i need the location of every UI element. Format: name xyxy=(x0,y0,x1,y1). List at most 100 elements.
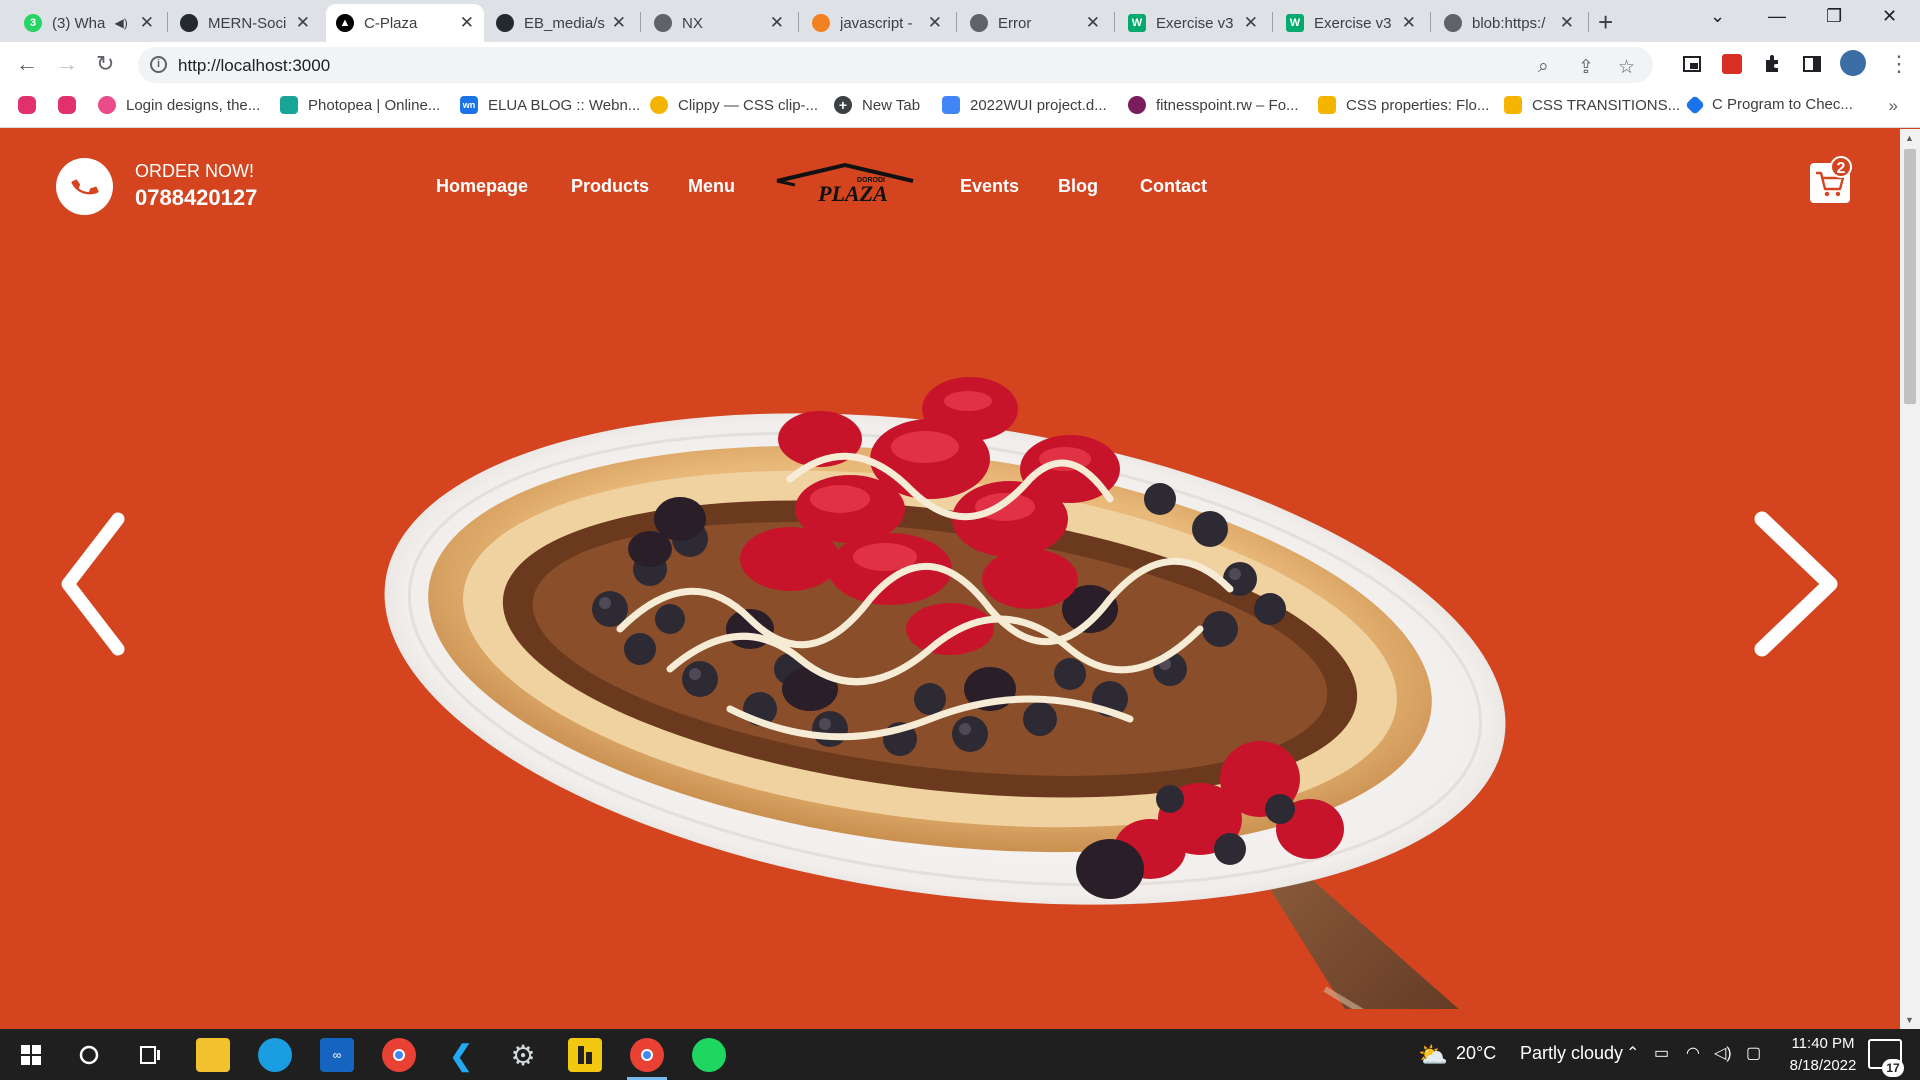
address-bar[interactable]: i http://localhost:3000 ⌕ ⇪ ☆ xyxy=(138,47,1653,83)
nav-events[interactable]: Events xyxy=(960,176,1019,197)
tab-mern-social[interactable]: MERN-Soci ✕ xyxy=(170,4,320,42)
close-icon[interactable]: ✕ xyxy=(140,13,154,33)
chrome-menu-icon[interactable]: ⋮ xyxy=(1888,51,1910,77)
scroll-thumb[interactable] xyxy=(1904,149,1916,404)
globe-icon xyxy=(1444,14,1462,32)
nav-contact[interactable]: Contact xyxy=(1140,176,1207,197)
close-icon[interactable]: ✕ xyxy=(928,13,942,33)
bookmark-elua-blog[interactable]: wn ELUA BLOG :: Webn... xyxy=(460,96,640,114)
clock-date[interactable]: 8/18/2022 xyxy=(1768,1057,1878,1074)
phone-button[interactable] xyxy=(56,158,113,215)
close-icon[interactable]: ✕ xyxy=(296,13,310,33)
url-text[interactable]: http://localhost:3000 xyxy=(178,56,330,76)
cast-icon[interactable] xyxy=(1682,54,1702,74)
bookmark-fitnesspoint[interactable]: fitnesspoint.rw – Fo... xyxy=(1128,96,1299,114)
close-window-button[interactable]: ✕ xyxy=(1882,6,1897,27)
scroll-down-icon[interactable]: ▼ xyxy=(1905,1015,1914,1025)
restore-button[interactable]: ❐ xyxy=(1826,6,1842,27)
tab-c-plaza[interactable]: ▲ C-Plaza ✕ xyxy=(326,4,484,42)
close-icon[interactable]: ✕ xyxy=(612,13,626,33)
bookmark-clippy[interactable]: Clippy — CSS clip-... xyxy=(650,96,818,114)
tab-title: MERN-Soci xyxy=(208,14,287,32)
partly-cloudy-icon[interactable]: ⛅ xyxy=(1418,1041,1448,1070)
tab-search-icon[interactable]: ⌄ xyxy=(1710,6,1725,27)
reload-button[interactable]: ↻ xyxy=(96,51,114,77)
new-tab-button[interactable]: + xyxy=(1598,7,1613,38)
github-icon xyxy=(496,14,514,32)
meet-now-icon[interactable]: ▢ xyxy=(1746,1043,1761,1063)
bookmark-new-tab[interactable]: + New Tab xyxy=(834,96,920,114)
whatsapp-icon: 3 xyxy=(24,14,42,32)
extension-red-icon[interactable] xyxy=(1722,54,1742,74)
windows-start-icon[interactable] xyxy=(14,1038,48,1072)
slider-next-arrow[interactable] xyxy=(1740,509,1850,659)
minimize-button[interactable]: — xyxy=(1768,6,1786,27)
wifi-icon[interactable]: ◠ xyxy=(1686,1043,1700,1063)
order-phone-number[interactable]: 0788420127 xyxy=(135,185,257,211)
close-icon[interactable]: ✕ xyxy=(1086,13,1100,33)
weather-temperature[interactable]: 20°C xyxy=(1456,1043,1496,1064)
bookmark-c-program[interactable]: C Program to Chec... xyxy=(1685,94,1853,115)
spotify-icon[interactable] xyxy=(692,1038,726,1072)
tab-whatsapp[interactable]: 3 (3) Wha ◀) ✕ xyxy=(14,4,164,42)
bookmark-login-designs[interactable]: Login designs, the... xyxy=(98,96,260,114)
nav-menu[interactable]: Menu xyxy=(688,176,735,197)
edge-icon[interactable] xyxy=(258,1038,292,1072)
show-hidden-icons-icon[interactable]: ⌃ xyxy=(1626,1043,1639,1063)
close-icon[interactable]: ✕ xyxy=(770,13,784,33)
settings-gear-icon[interactable]: ⚙ xyxy=(506,1038,540,1072)
bookmark-css-properties[interactable]: CSS properties: Flo... xyxy=(1318,96,1489,114)
bookmark-instagram-1[interactable] xyxy=(18,96,46,114)
tab-nx[interactable]: NX ✕ xyxy=(644,4,794,42)
tab-eb-media[interactable]: EB_media/s ✕ xyxy=(486,4,636,42)
tab-title: C-Plaza xyxy=(364,14,418,32)
page-scrollbar[interactable]: ▲ ▼ xyxy=(1900,129,1920,1029)
battery-icon[interactable]: ▭ xyxy=(1654,1043,1669,1063)
chrome-active-icon[interactable] xyxy=(630,1038,664,1072)
bookmark-instagram-2[interactable] xyxy=(58,96,86,114)
weather-condition[interactable]: Partly cloudy xyxy=(1520,1043,1623,1064)
tab-title: EB_media/s xyxy=(524,14,605,32)
bookmark-photopea[interactable]: Photopea | Online... xyxy=(280,96,440,114)
tab-exercise-2[interactable]: W Exercise v3 ✕ xyxy=(1276,4,1426,42)
tab-exercise-1[interactable]: W Exercise v3 ✕ xyxy=(1118,4,1268,42)
bookmark-star-icon[interactable]: ☆ xyxy=(1618,56,1635,79)
share-icon[interactable]: ⇪ xyxy=(1578,56,1594,79)
nav-products[interactable]: Products xyxy=(571,176,649,197)
side-panel-icon[interactable] xyxy=(1802,54,1822,74)
profile-avatar[interactable] xyxy=(1840,50,1866,76)
plaza-logo[interactable]: DORODI PLAZA xyxy=(775,161,918,205)
bookmarks-overflow-button[interactable]: » xyxy=(1889,96,1898,116)
site-info-icon[interactable]: i xyxy=(150,56,167,73)
chrome-icon[interactable] xyxy=(382,1038,416,1072)
powerbi-icon[interactable] xyxy=(568,1038,602,1072)
vscode-icon[interactable]: ❮ xyxy=(444,1038,478,1072)
scroll-up-icon[interactable]: ▲ xyxy=(1905,133,1914,143)
tab-error[interactable]: Error ✕ xyxy=(960,4,1110,42)
arduino-icon[interactable]: ∞ xyxy=(320,1038,354,1072)
file-explorer-icon[interactable] xyxy=(196,1038,230,1072)
bookmark-css-transitions[interactable]: CSS TRANSITIONS... xyxy=(1504,96,1680,114)
hero-dessert-pizza-image xyxy=(384,377,1506,1009)
forward-button[interactable]: → xyxy=(56,51,78,77)
photopea-icon xyxy=(280,96,298,114)
tab-title: blob:https:/ xyxy=(1472,14,1546,32)
tab-javascript[interactable]: javascript - ✕ xyxy=(802,4,952,42)
extensions-puzzle-icon[interactable] xyxy=(1762,54,1782,74)
nav-blog[interactable]: Blog xyxy=(1058,176,1098,197)
clock-time[interactable]: 11:40 PM xyxy=(1768,1035,1878,1052)
nav-homepage[interactable]: Homepage xyxy=(436,176,528,197)
close-icon[interactable]: ✕ xyxy=(460,13,474,33)
close-icon[interactable]: ✕ xyxy=(1560,13,1574,33)
volume-icon[interactable]: ◁) xyxy=(1714,1043,1732,1063)
back-button[interactable]: ← xyxy=(16,51,38,77)
clippy-icon xyxy=(650,96,668,114)
close-icon[interactable]: ✕ xyxy=(1244,13,1258,33)
bookmark-2022wui[interactable]: 2022WUI project.d... xyxy=(942,96,1107,114)
task-view-icon[interactable] xyxy=(133,1038,167,1072)
tab-blob[interactable]: blob:https:/ ✕ xyxy=(1434,4,1584,42)
slider-prev-arrow[interactable] xyxy=(50,509,160,659)
search-icon[interactable] xyxy=(72,1038,106,1072)
close-icon[interactable]: ✕ xyxy=(1402,13,1416,33)
zoom-icon[interactable]: ⌕ xyxy=(1538,56,1549,78)
